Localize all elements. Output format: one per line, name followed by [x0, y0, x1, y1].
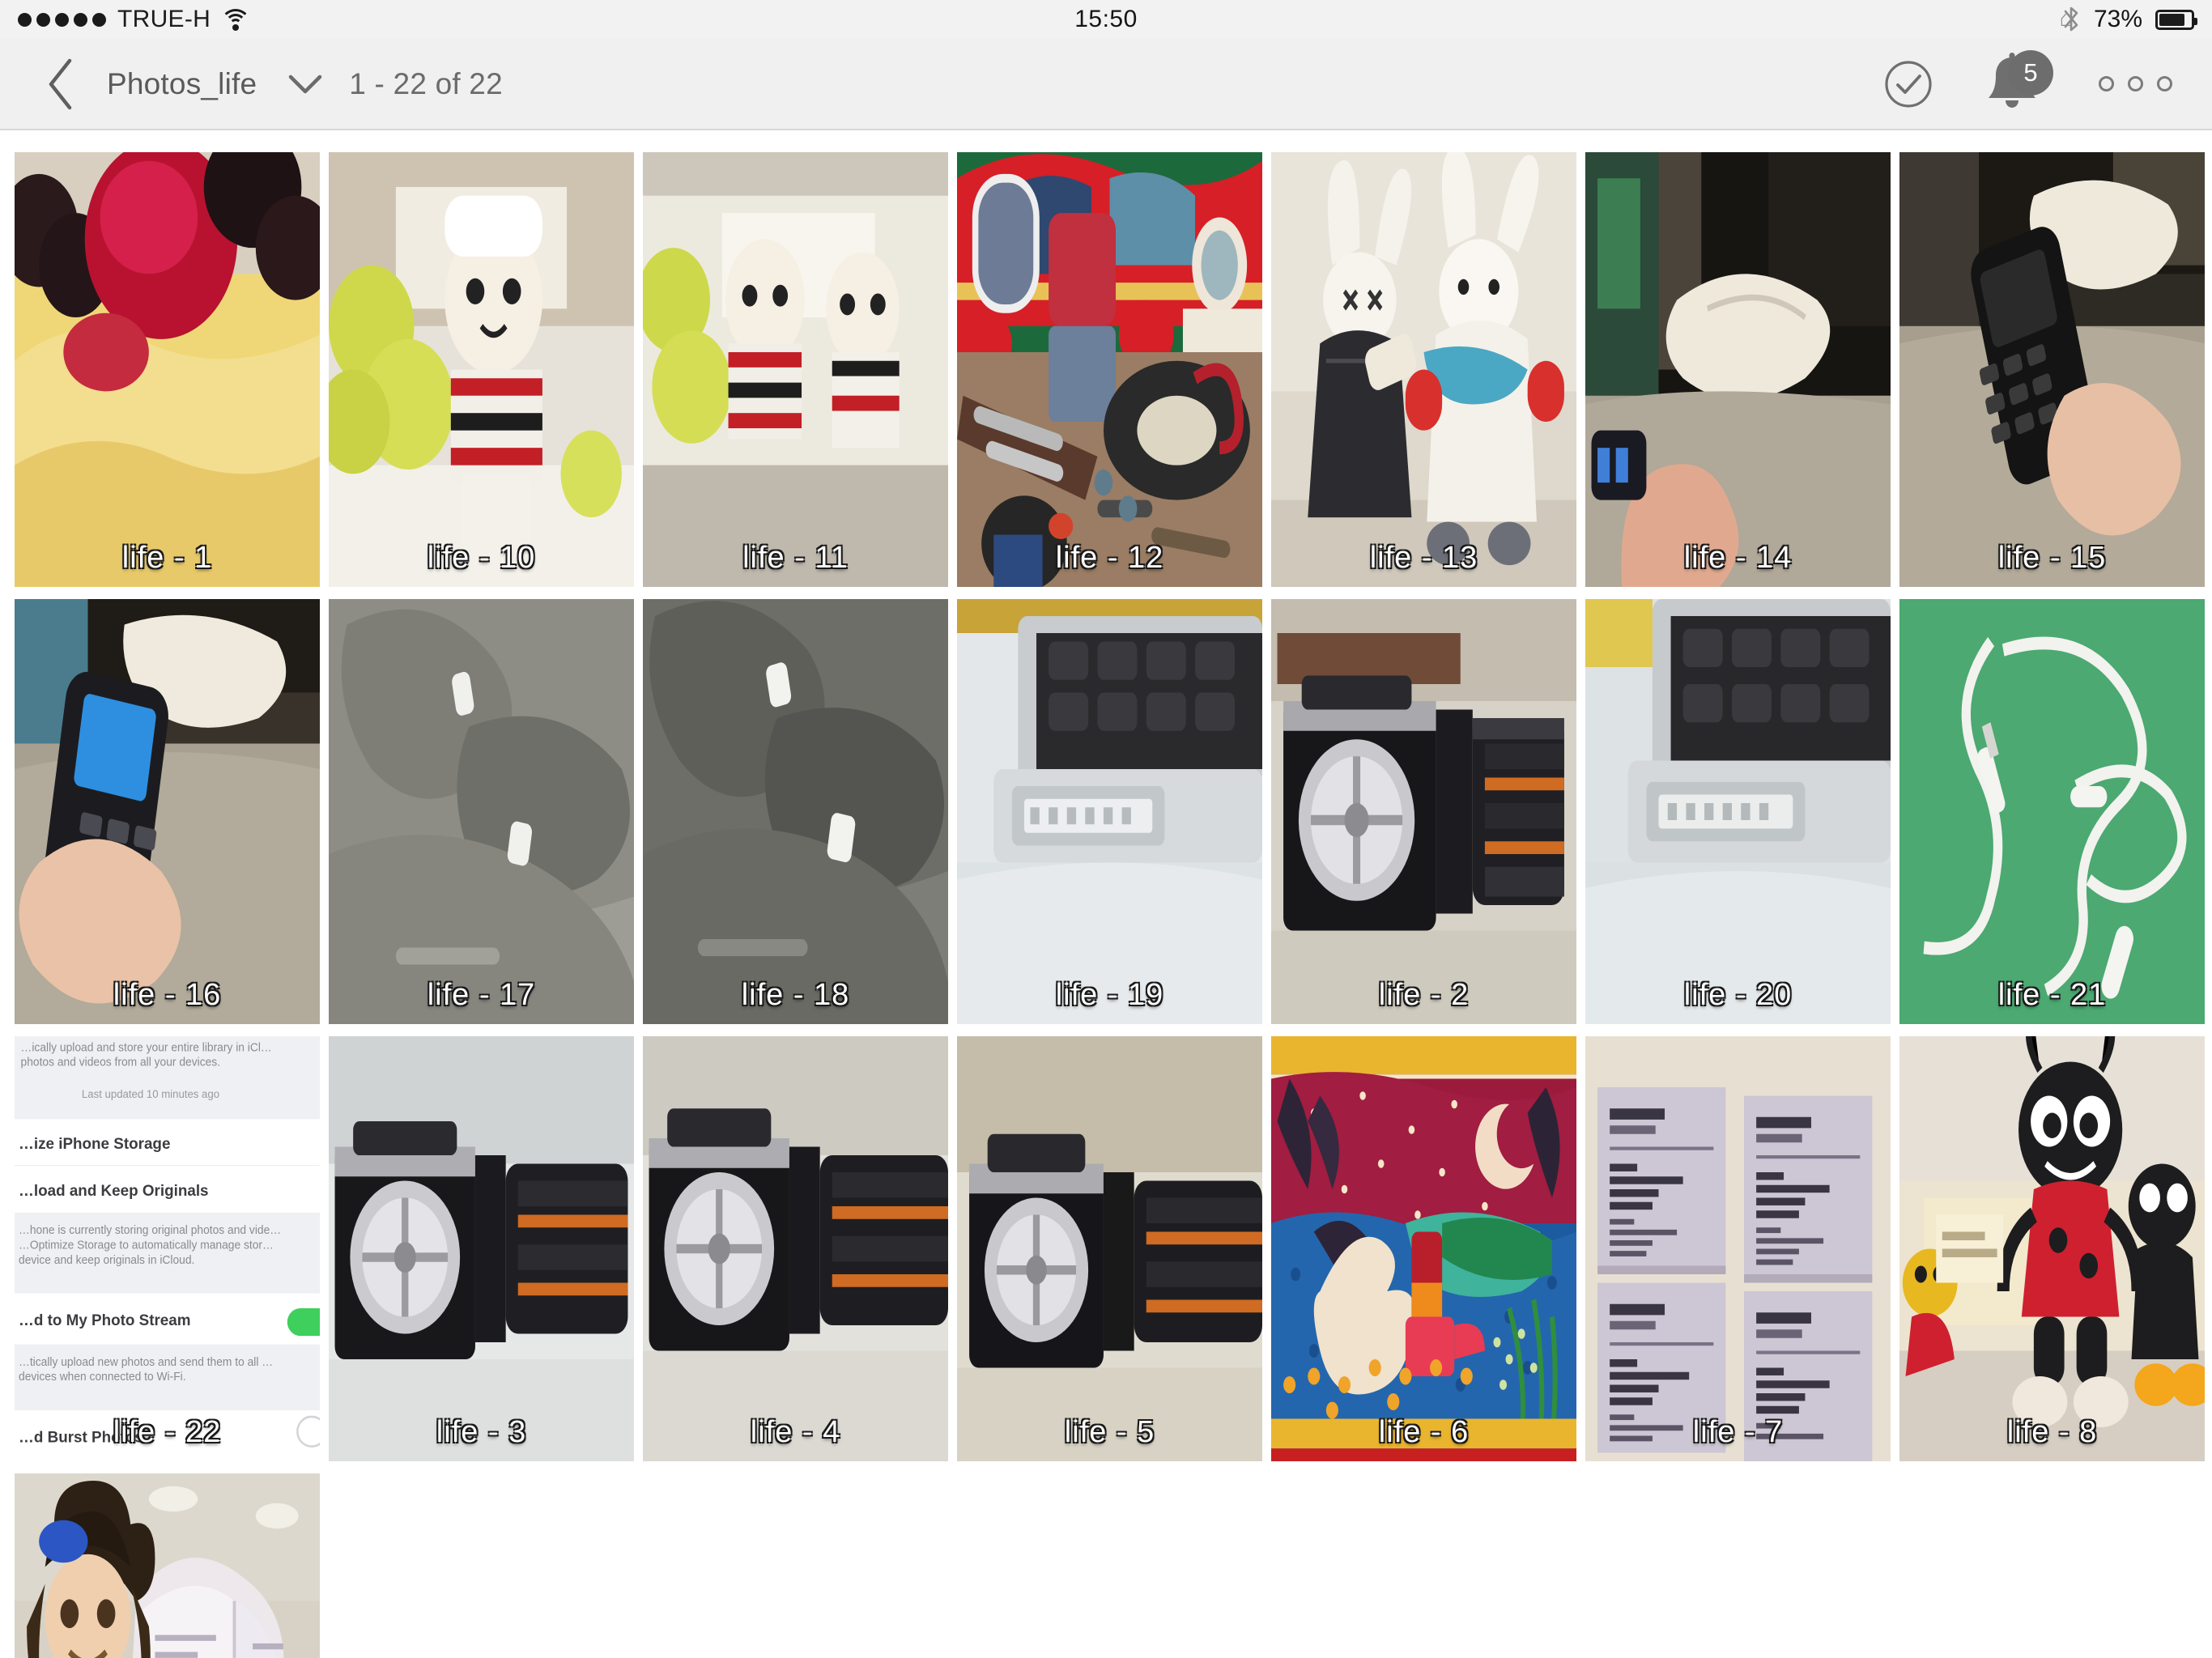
clock-label: 15:50 [1074, 6, 1138, 32]
photo-thumbnail-iphone-settings: …ically upload and store your entire lib… [15, 1036, 320, 1461]
photo-thumbnail-phone-in-hand-a [1899, 152, 2205, 587]
photo-thumbnail-film-camera-c [643, 1036, 948, 1461]
navigation-bar-left: Photos_life 1 - 22 of 22 [0, 39, 503, 129]
notifications-button[interactable]: 5 [1953, 44, 2082, 125]
photo-tile[interactable]: life - 15 [1899, 152, 2205, 587]
album-dropdown-button[interactable] [274, 56, 336, 113]
photo-tile[interactable]: life - 17 [329, 599, 634, 1024]
photo-tile[interactable]: life - 8 [1899, 1036, 2205, 1461]
navigation-bar: Photos_life 1 - 22 of 22 5 [0, 39, 2212, 130]
photo-tile[interactable]: …ically upload and store your entire lib… [15, 1036, 320, 1461]
photo-thumbnail-berries-dessert [15, 152, 320, 587]
battery-percent-label: 73% [2093, 6, 2142, 32]
overflow-menu-icon [2127, 76, 2143, 91]
svg-text:…d to My Photo Stream: …d to My Photo Stream [19, 1312, 191, 1329]
photo-tile[interactable]: life - 18 [643, 599, 948, 1024]
photo-grid[interactable]: life - 1 life - 10 life - 11 life - 12 l… [0, 132, 2212, 1658]
photo-tile[interactable]: life - 21 [1899, 599, 2205, 1024]
photo-tile[interactable]: life - 9 [15, 1473, 320, 1658]
photo-tile[interactable]: life - 19 [957, 599, 1262, 1024]
photo-thumbnail-plush-toys-b [643, 152, 948, 587]
svg-text:devices when connected to Wi-F: devices when connected to Wi-Fi. [19, 1370, 186, 1383]
photo-tile[interactable]: life - 6 [1271, 1036, 1576, 1461]
svg-text:…Optimize Storage to automatic: …Optimize Storage to automatically manag… [19, 1238, 274, 1251]
photo-tile[interactable]: life - 2 [1271, 599, 1576, 1024]
photo-tile[interactable]: life - 13 [1271, 152, 1576, 587]
photo-thumbnail-car-illustration [957, 152, 1262, 587]
photo-thumbnail-film-camera-b [329, 1036, 634, 1461]
photo-thumbnail-grey-socks-l [329, 599, 634, 1024]
svg-text:photos and videos from all you: photos and videos from all your devices. [21, 1055, 220, 1068]
check-circle-icon [1885, 60, 1932, 108]
photo-tile[interactable]: life - 14 [1585, 152, 1891, 587]
photo-tile[interactable]: life - 1 [15, 152, 320, 587]
svg-text:…d Burst Photos: …d Burst Photos [19, 1429, 143, 1446]
photo-thumbnail-night-painting [1271, 1036, 1576, 1461]
select-button[interactable] [1864, 44, 1953, 125]
photo-thumbnail-napkin-table [1585, 152, 1891, 587]
svg-text:…hone is currently storing ori: …hone is currently storing original phot… [19, 1223, 281, 1236]
status-bar-center: 15:50 [0, 0, 2212, 39]
status-bar-right: ⌂ 73% [2059, 0, 2197, 39]
back-button[interactable] [32, 56, 89, 113]
album-title[interactable]: Photos_life [107, 67, 257, 101]
photo-tile[interactable]: life - 10 [329, 152, 634, 587]
notification-badge: 5 [2008, 49, 2053, 96]
photo-tile[interactable]: life - 4 [643, 1036, 948, 1461]
battery-icon [2155, 9, 2197, 30]
navigation-bar-right: 5 [1864, 39, 2188, 129]
photo-thumbnail-grey-socks-r [643, 599, 948, 1024]
photo-tile[interactable]: life - 3 [329, 1036, 634, 1461]
bluetooth-icon: ⌂ [2059, 4, 2081, 32]
overflow-menu-button[interactable] [2082, 44, 2188, 125]
photo-thumbnail-bunny-plush [1271, 152, 1576, 587]
photo-thumbnail-doll-with-book [15, 1473, 320, 1658]
svg-text:…tically upload new photos and: …tically upload new photos and send them… [19, 1355, 273, 1368]
svg-text:…load and Keep Originals: …load and Keep Originals [19, 1183, 209, 1200]
photo-thumbnail-film-camera-a [1271, 599, 1576, 1024]
item-range-label: 1 - 22 of 22 [349, 66, 503, 100]
status-bar: TRUE-H 15:50 ⌂ 73% [0, 0, 2212, 39]
photo-thumbnail-earphones-green [1899, 599, 2205, 1024]
back-chevron-icon [49, 58, 72, 109]
photo-thumbnail-film-camera-d [957, 1036, 1262, 1461]
photo-tile[interactable]: life - 16 [15, 599, 320, 1024]
overflow-menu-icon [2098, 76, 2114, 91]
photo-thumbnail-laptop-port-b [1585, 599, 1891, 1024]
photo-tile[interactable]: life - 12 [957, 152, 1262, 587]
photo-thumbnail-plush-toys-a [329, 152, 634, 587]
svg-text:…ize iPhone Storage: …ize iPhone Storage [19, 1136, 171, 1153]
photo-tile[interactable]: life - 20 [1585, 599, 1891, 1024]
photo-tile[interactable]: life - 5 [957, 1036, 1262, 1461]
svg-text:…ically upload and store your: …ically upload and store your entire lib… [21, 1040, 272, 1053]
photo-thumbnail-ladybug-dolls [1899, 1036, 2205, 1461]
chevron-down-icon [289, 74, 322, 93]
overflow-menu-icon [2156, 76, 2172, 91]
photo-tile[interactable]: life - 11 [643, 152, 948, 587]
svg-text:device and keep originals in i: device and keep originals in iCloud. [19, 1253, 194, 1266]
photo-thumbnail-museum-labels [1585, 1036, 1891, 1461]
photo-tile[interactable]: life - 7 [1585, 1036, 1891, 1461]
photo-thumbnail-laptop-port-a [957, 599, 1262, 1024]
svg-text:Last updated 10 minutes ago: Last updated 10 minutes ago [82, 1088, 219, 1100]
photo-thumbnail-phone-in-hand-b [15, 599, 320, 1024]
